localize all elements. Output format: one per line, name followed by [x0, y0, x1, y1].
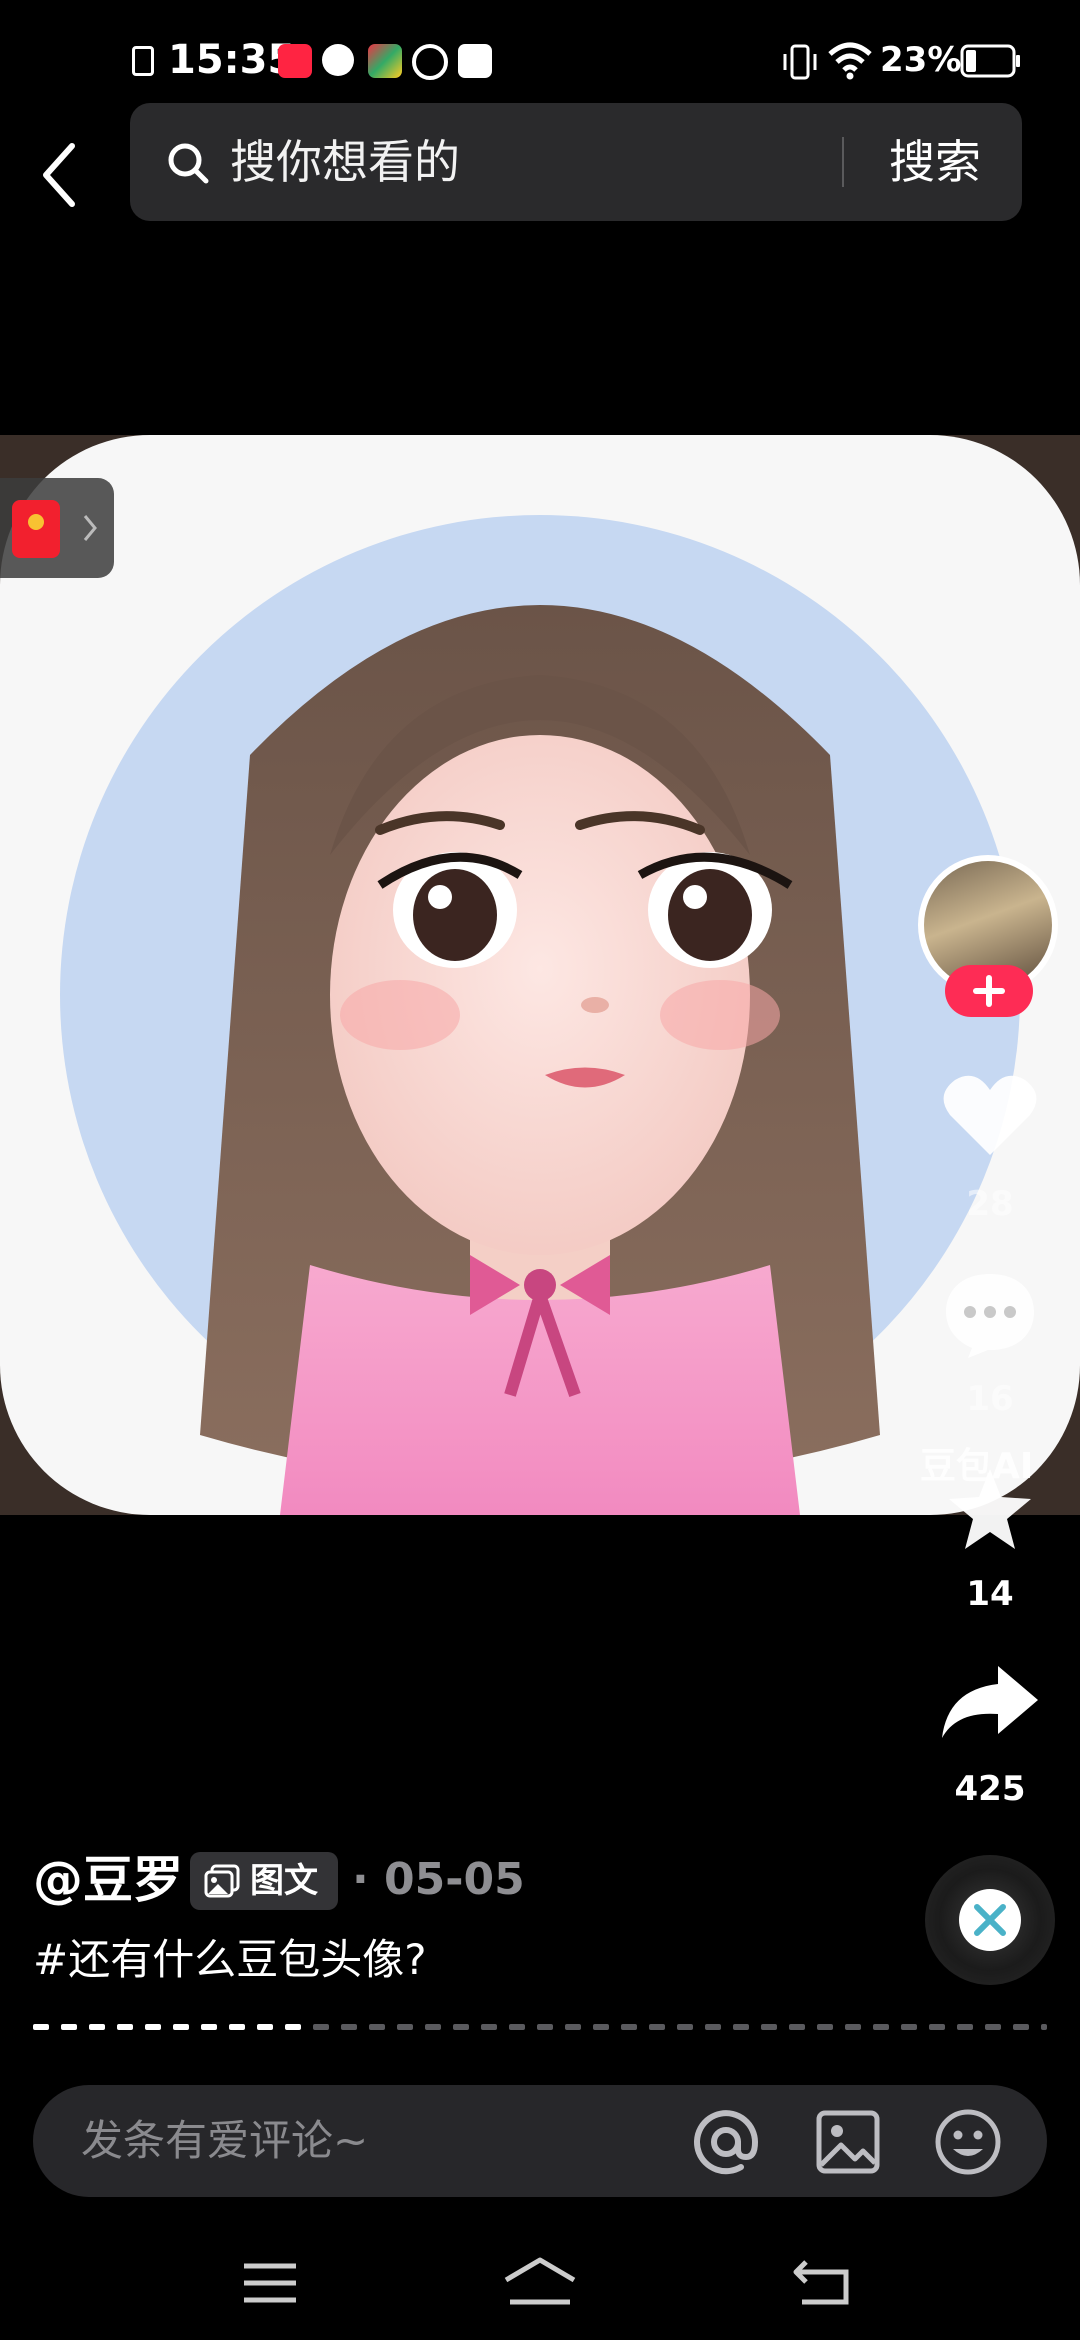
like-icon[interactable] [940, 1070, 1040, 1160]
progress-segment [845, 2024, 861, 2030]
progress-segment [117, 2024, 133, 2030]
chevron-right-icon [83, 515, 97, 541]
progress-segment [201, 2024, 217, 2030]
post-type-label: 图文 [250, 1861, 318, 1901]
progress-segment [509, 2024, 525, 2030]
emoji-icon[interactable] [933, 2107, 1003, 2177]
red-packet-widget[interactable] [0, 478, 114, 578]
comment-bar[interactable]: 发条有爱评论~ [33, 2085, 1047, 2197]
search-input[interactable]: 搜你想看的 [230, 103, 830, 221]
image-progress-bar [33, 2024, 1047, 2030]
progress-segment [313, 2024, 329, 2030]
comment-icon[interactable] [940, 1268, 1040, 1358]
progress-segment [817, 2024, 833, 2030]
xiaohongshu-icon [278, 44, 312, 78]
file-icon [132, 46, 154, 76]
progress-segment [705, 2024, 721, 2030]
search-divider [842, 137, 844, 187]
battery-percent: 23% [880, 40, 962, 80]
progress-segment [425, 2024, 441, 2030]
search-button[interactable]: 搜索 [870, 103, 1000, 221]
image-icon[interactable] [815, 2109, 881, 2175]
menu-icon[interactable] [240, 2258, 300, 2308]
progress-segment [537, 2024, 553, 2030]
search-icon [168, 143, 209, 184]
red-packet-icon [12, 500, 60, 558]
progress-segment [1041, 2024, 1047, 2030]
favorite-star-icon[interactable] [945, 1465, 1035, 1555]
progress-segment [397, 2024, 413, 2030]
music-disc[interactable] [925, 1855, 1055, 1985]
post-image[interactable]: 豆包AI [0, 435, 1080, 1515]
progress-segment [565, 2024, 581, 2030]
progress-segment [761, 2024, 777, 2030]
back-arrow-icon [43, 143, 75, 207]
speed-icon [412, 44, 448, 80]
progress-segment [173, 2024, 189, 2030]
favorite-count: 14 [966, 1574, 1014, 1614]
progress-segment [369, 2024, 385, 2030]
progress-segment [957, 2024, 973, 2030]
progress-segment [789, 2024, 805, 2030]
share-count: 425 [954, 1769, 1026, 1809]
progress-segment [33, 2024, 49, 2030]
follow-button[interactable] [945, 965, 1033, 1017]
progress-segment [985, 2024, 1001, 2030]
author-name[interactable]: @豆罗 [33, 1845, 183, 1915]
progress-segment [873, 2024, 889, 2030]
bolt-app-icon [458, 44, 492, 78]
progress-segment [61, 2024, 77, 2030]
search-box[interactable]: 搜你想看的 搜索 [130, 103, 1022, 221]
progress-segment [901, 2024, 917, 2030]
share-icon[interactable] [940, 1662, 1040, 1742]
progress-segment [257, 2024, 273, 2030]
home-icon[interactable] [500, 2254, 580, 2310]
comment-count: 16 [966, 1379, 1014, 1419]
progress-segment [621, 2024, 637, 2030]
avatar-illustration [0, 435, 1080, 1515]
progress-segment [733, 2024, 749, 2030]
progress-segment [929, 2024, 945, 2030]
status-bar: 15:35 23% [0, 0, 1080, 120]
comment-input[interactable]: 发条有爱评论~ [81, 2085, 368, 2197]
like-count: 28 [966, 1184, 1014, 1224]
vibrate-icon [783, 44, 817, 80]
progress-segment [285, 2024, 301, 2030]
progress-segment [649, 2024, 665, 2030]
progress-segment [145, 2024, 161, 2030]
gallery-icon [204, 1864, 240, 1898]
progress-segment [593, 2024, 609, 2030]
progress-segment [89, 2024, 105, 2030]
progress-segment [341, 2024, 357, 2030]
game-icon [368, 44, 402, 78]
system-nav-bar [0, 2220, 1080, 2340]
status-time: 15:35 [168, 37, 296, 83]
wifi-icon [828, 42, 872, 80]
post-caption[interactable]: #还有什么豆包头像? [33, 1930, 426, 1990]
music-cover-icon [959, 1889, 1021, 1951]
back-button[interactable] [30, 130, 120, 220]
progress-segment [481, 2024, 497, 2030]
mention-icon[interactable] [693, 2109, 759, 2175]
progress-segment [1013, 2024, 1029, 2030]
plus-icon [973, 975, 1005, 1007]
progress-segment [229, 2024, 245, 2030]
progress-segment [677, 2024, 693, 2030]
video-icon [322, 44, 354, 76]
back-nav-icon[interactable] [790, 2256, 856, 2308]
post-date: · 05-05 [352, 1854, 525, 1905]
post-type-tag: 图文 [190, 1852, 338, 1910]
battery-icon [960, 44, 1020, 78]
progress-segment [453, 2024, 469, 2030]
